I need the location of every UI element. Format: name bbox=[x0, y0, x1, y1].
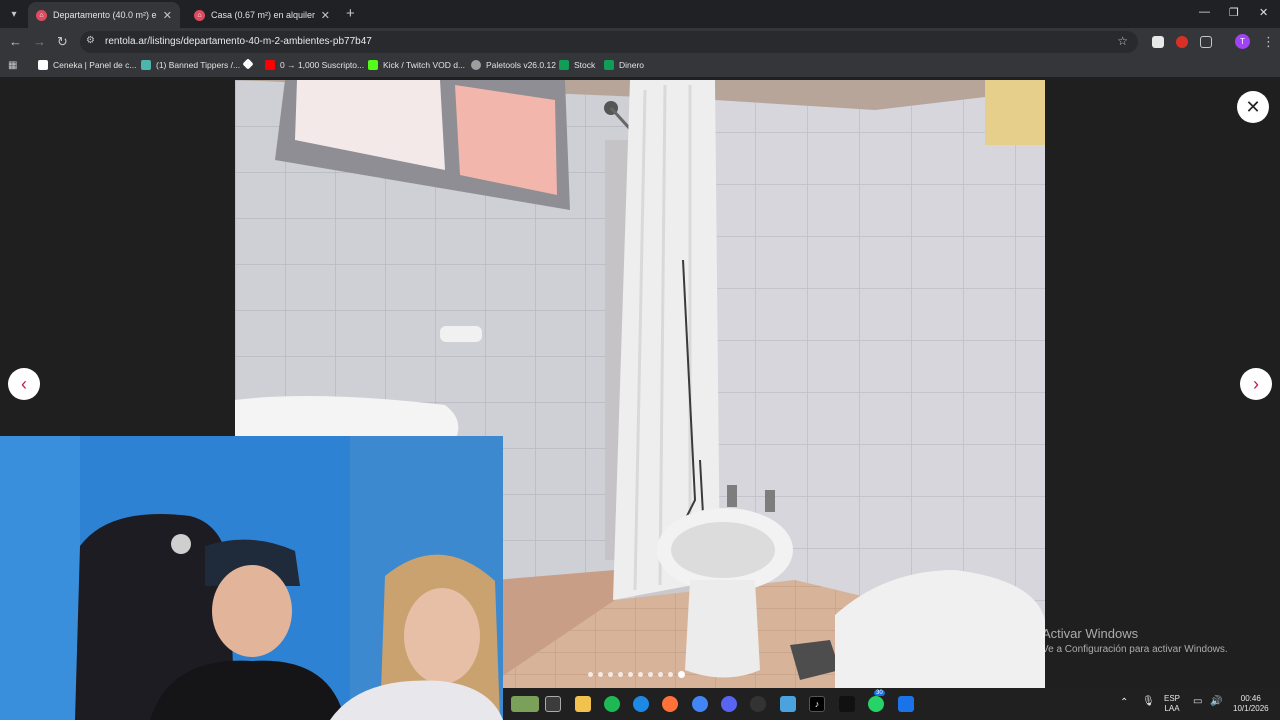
bookmark-star-icon[interactable]: ☆ bbox=[1117, 34, 1128, 48]
previous-photo-button[interactable]: ‹ bbox=[8, 368, 40, 400]
clock[interactable]: 00:46 10/1/2026 bbox=[1233, 694, 1269, 714]
app-window-icon[interactable] bbox=[780, 696, 796, 712]
clock-date: 10/1/2026 bbox=[1233, 704, 1269, 713]
bookmark-item[interactable] bbox=[242, 58, 257, 70]
bookmark-item[interactable]: Dinero bbox=[604, 60, 644, 70]
extensions-puzzle-icon[interactable] bbox=[1200, 36, 1212, 48]
bookmark-item[interactable]: Kick / Twitch VOD d... bbox=[368, 60, 465, 70]
globe-icon bbox=[471, 60, 481, 70]
windows-activation-watermark: Activar Windows Ve a Configuración para … bbox=[1042, 626, 1228, 655]
desktop-thumbnail-icon[interactable] bbox=[511, 696, 539, 712]
webcam-overlay bbox=[0, 436, 503, 720]
bookmark-favicon-icon bbox=[38, 60, 48, 70]
minimize-button[interactable]: — bbox=[1199, 6, 1210, 18]
firefox-icon[interactable] bbox=[662, 696, 678, 712]
restore-button[interactable]: ❐ bbox=[1229, 6, 1239, 19]
clock-time: 00:46 bbox=[1240, 694, 1261, 703]
next-photo-button[interactable]: › bbox=[1240, 368, 1272, 400]
menu-kebab-icon[interactable]: ⋮ bbox=[1262, 34, 1275, 50]
reload-button[interactable]: ↻ bbox=[57, 34, 68, 50]
bookmark-item[interactable]: (1) Banned Tippers /... bbox=[141, 60, 240, 70]
browser-toolbar: ← → ↻ ⚙ rentola.ar/listings/departamento… bbox=[0, 28, 1280, 56]
watermark-title: Activar Windows bbox=[1042, 626, 1139, 641]
whatsapp-icon[interactable]: 30 bbox=[868, 690, 885, 712]
tiktok-icon[interactable]: ♪ bbox=[809, 696, 825, 712]
profile-avatar[interactable]: T bbox=[1235, 34, 1250, 49]
capcut-icon[interactable] bbox=[839, 696, 855, 712]
slide-dot[interactable] bbox=[618, 671, 623, 677]
edge-icon[interactable] bbox=[633, 696, 649, 712]
new-tab-button[interactable]: + bbox=[346, 5, 355, 22]
sheets-icon bbox=[604, 60, 614, 70]
bookmark-label: Paletools v26.0.12 bbox=[486, 60, 556, 70]
bookmark-favicon-icon bbox=[242, 58, 254, 70]
bookmark-item[interactable]: Stock bbox=[559, 60, 595, 70]
slide-dot[interactable] bbox=[608, 671, 613, 677]
bookmark-favicon-icon bbox=[141, 60, 151, 70]
watermark-subtitle: Ve a Configuración para activar Windows. bbox=[1042, 644, 1228, 655]
network-icon[interactable]: ▭ bbox=[1193, 697, 1202, 707]
slide-dot[interactable] bbox=[598, 671, 603, 677]
slide-dot[interactable] bbox=[648, 671, 653, 677]
kick-icon bbox=[368, 60, 378, 70]
task-view-icon[interactable] bbox=[545, 696, 561, 712]
site-info-icon[interactable]: ⚙ bbox=[86, 35, 95, 46]
slide-dot[interactable] bbox=[628, 671, 633, 677]
extension-icon[interactable] bbox=[1152, 36, 1164, 48]
bookmark-label: (1) Banned Tippers /... bbox=[156, 60, 241, 70]
webcam-feed bbox=[0, 436, 503, 720]
spotify-icon[interactable] bbox=[604, 696, 620, 712]
extension-icon[interactable] bbox=[1176, 36, 1188, 48]
forward-button[interactable]: → bbox=[33, 34, 46, 49]
bookmark-label: Kick / Twitch VOD d... bbox=[383, 60, 466, 70]
bookmark-item[interactable]: 0 → 1,000 Suscripto... bbox=[265, 60, 364, 70]
tab-search-button[interactable]: ▾ bbox=[4, 4, 24, 24]
microphone-icon[interactable]: 🎙 bbox=[1142, 697, 1155, 707]
file-explorer-icon[interactable] bbox=[575, 696, 591, 712]
apps-grid-icon[interactable]: ▦ bbox=[8, 60, 17, 71]
slide-dot[interactable] bbox=[658, 671, 663, 677]
tab-departamento[interactable]: ⌂ Departamento (40.0 m²) en alq… ✕ bbox=[28, 2, 180, 28]
close-gallery-button[interactable]: ✕ bbox=[1237, 91, 1269, 123]
chrome-icon[interactable] bbox=[692, 696, 708, 712]
slide-dot[interactable] bbox=[638, 671, 643, 677]
window-close-button[interactable]: ✕ bbox=[1259, 6, 1268, 19]
slide-dot[interactable] bbox=[678, 670, 685, 678]
bookmark-label: 0 → 1,000 Suscripto... bbox=[280, 60, 365, 70]
whatsapp-badge: 30 bbox=[874, 690, 885, 696]
bookmark-item[interactable]: Paletools v26.0.12 bbox=[471, 60, 556, 70]
tab-title: Casa (0.67 m²) en alquiler en M… bbox=[211, 10, 315, 20]
browser-tab-bar: ▾ ⌂ Departamento (40.0 m²) en alq… ✕ ⌂ C… bbox=[0, 0, 1280, 28]
tab-title: Departamento (40.0 m²) en alq… bbox=[53, 10, 157, 20]
slide-dot[interactable] bbox=[588, 671, 593, 677]
bookmark-label: Stock bbox=[574, 60, 596, 70]
youtube-icon bbox=[265, 60, 275, 70]
language-code: ESP bbox=[1164, 694, 1181, 703]
close-tab-icon[interactable]: ✕ bbox=[321, 9, 330, 22]
rentola-favicon-icon: ⌂ bbox=[36, 9, 47, 21]
bookmark-label: Ceneka | Panel de c... bbox=[53, 60, 137, 70]
volume-icon[interactable]: 🔊 bbox=[1210, 697, 1222, 707]
tray-overflow-icon[interactable]: ⌃ bbox=[1120, 698, 1128, 708]
discord-icon[interactable] bbox=[721, 696, 737, 712]
sheets-icon bbox=[559, 60, 569, 70]
rentola-favicon-icon: ⌂ bbox=[194, 9, 205, 21]
language-indicator[interactable]: ESP LAA bbox=[1164, 694, 1180, 714]
windows-taskbar: ♪ 30 ⌃ 🎙 ESP LAA ▭ 🔊 00:46 10/1/2026 bbox=[503, 688, 1280, 720]
back-button[interactable]: ← bbox=[9, 34, 22, 49]
bookmark-label: Dinero bbox=[619, 60, 645, 70]
keyboard-layout: LAA bbox=[1164, 704, 1180, 713]
address-bar[interactable]: ⚙ rentola.ar/listings/departamento-40-m-… bbox=[80, 31, 1138, 53]
url-text: rentola.ar/listings/departamento-40-m-2-… bbox=[105, 36, 372, 47]
app-icon[interactable] bbox=[750, 696, 766, 712]
app-icon[interactable] bbox=[898, 696, 914, 712]
close-tab-icon[interactable]: ✕ bbox=[163, 9, 172, 22]
slide-indicator bbox=[588, 669, 685, 679]
tab-casa[interactable]: ⌂ Casa (0.67 m²) en alquiler en M… ✕ bbox=[186, 2, 338, 28]
slide-dot[interactable] bbox=[668, 671, 673, 677]
bookmark-item[interactable]: Ceneka | Panel de c... bbox=[38, 60, 136, 70]
bookmarks-bar: ▦ Ceneka | Panel de c... (1) Banned Tipp… bbox=[0, 56, 1280, 77]
